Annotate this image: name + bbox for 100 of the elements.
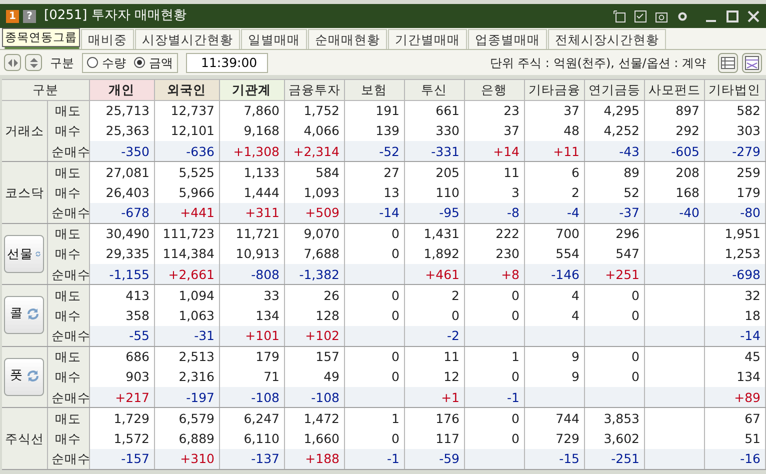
row-label: 매수 xyxy=(47,428,89,448)
table-cell: +89 xyxy=(704,387,765,408)
row-label: 매도 xyxy=(47,408,89,428)
row-label: 매수 xyxy=(47,305,89,326)
table-cell: 0 xyxy=(344,223,404,244)
column-header: 연기금등 xyxy=(584,80,644,100)
row-label: 매수 xyxy=(47,366,89,387)
table-cell: -14 xyxy=(344,202,404,223)
table-cell: 6,579 xyxy=(154,408,219,428)
table-cell: 11 xyxy=(464,162,524,182)
table-cell: 1 xyxy=(344,408,404,428)
table-cell: -197 xyxy=(154,387,219,408)
tab[interactable]: 시장별시간현황 xyxy=(135,29,240,49)
market-button[interactable]: 풋 xyxy=(4,358,44,396)
table-cell: 296 xyxy=(584,223,644,244)
column-header: 은행 xyxy=(464,80,524,100)
table-cell: 1,729 xyxy=(89,408,154,428)
column-header: 구분 xyxy=(2,80,89,100)
tab[interactable]: 매비중 xyxy=(81,29,134,49)
table-cell: 413 xyxy=(89,284,154,305)
column-header: 기관계 xyxy=(219,80,284,100)
radio-option[interactable]: 금액 xyxy=(134,54,173,72)
row-label: 순매수 xyxy=(47,387,89,408)
tab[interactable]: 기간별매매 xyxy=(388,29,467,49)
window-link-icon[interactable] xyxy=(613,10,626,22)
table-cell: -1,155 xyxy=(89,264,154,284)
table-cell: 1,472 xyxy=(284,408,344,428)
camera-icon[interactable] xyxy=(655,10,668,22)
table-cell: +11 xyxy=(524,141,584,162)
table-cell: 4,295 xyxy=(584,100,644,120)
table-cell: +509 xyxy=(284,202,344,223)
table-cell: 12,737 xyxy=(154,100,219,120)
tab[interactable]: 일별매매 xyxy=(241,29,307,49)
table-cell: 2,513 xyxy=(154,346,219,366)
table-cell: -55 xyxy=(89,326,154,346)
table-cell: -350 xyxy=(89,141,154,162)
row-label: 매수 xyxy=(47,120,89,141)
row-label: 순매수 xyxy=(47,264,89,284)
table-cell: -636 xyxy=(154,141,219,162)
checklist-icon[interactable] xyxy=(634,10,647,22)
tab[interactable]: 순매매현황 xyxy=(308,29,387,49)
tab[interactable]: 업종별매매 xyxy=(468,29,547,49)
vertical-scroll-button[interactable] xyxy=(25,54,42,71)
table-cell: -808 xyxy=(219,264,284,284)
market-button[interactable]: 콜 xyxy=(4,296,44,334)
row-label: 순매수 xyxy=(47,326,89,346)
settings-icon[interactable] xyxy=(676,10,689,22)
table-cell: 686 xyxy=(89,346,154,366)
table-cell: 0 xyxy=(464,284,524,305)
table-cell: +102 xyxy=(284,326,344,346)
table-cell: 25,713 xyxy=(89,100,154,120)
table-cell: -1 xyxy=(344,448,404,469)
table-cell: 1,431 xyxy=(404,223,464,244)
table-cell: -15 xyxy=(524,448,584,469)
close-icon[interactable] xyxy=(747,10,760,22)
maximize-icon[interactable] xyxy=(726,10,739,22)
table-cell: -108 xyxy=(284,387,344,408)
table-icon xyxy=(721,56,735,68)
table-cell: 744 xyxy=(524,408,584,428)
table-cell: -1 xyxy=(464,387,524,408)
table-view-button[interactable] xyxy=(718,52,738,72)
table-cell: +310 xyxy=(154,448,219,469)
table-cell: +1,308 xyxy=(219,141,284,162)
table-cell: +8 xyxy=(464,264,524,284)
table-cell: 661 xyxy=(404,100,464,120)
market-button[interactable]: 선물 xyxy=(4,234,44,273)
table-cell: +311 xyxy=(219,202,284,223)
table-cell: 176 xyxy=(404,408,464,428)
table-cell: 89 xyxy=(584,162,644,182)
window-badge: 1 xyxy=(6,10,19,22)
time-field[interactable]: 11:39:00 xyxy=(186,52,268,72)
grid-settings-button[interactable] xyxy=(742,52,762,72)
tab[interactable]: 전체시장시간현황 xyxy=(548,29,666,49)
table-cell: -157 xyxy=(89,448,154,469)
table-cell: -146 xyxy=(524,264,584,284)
horizontal-scroll-button[interactable] xyxy=(4,54,21,71)
table-cell: 6 xyxy=(524,162,584,182)
table-cell: +1 xyxy=(404,387,464,408)
up-down-arrows-icon xyxy=(28,56,38,68)
table-cell: -31 xyxy=(154,326,219,346)
row-group-label: 거래소 xyxy=(4,123,44,138)
radio-option[interactable]: 수량 xyxy=(87,54,126,72)
table-cell: 584 xyxy=(284,162,344,182)
table-cell: 11,721 xyxy=(219,223,284,244)
table-cell: -1,382 xyxy=(284,264,344,284)
table-cell: -2 xyxy=(404,326,464,346)
table-cell: 27,081 xyxy=(89,162,154,182)
table-cell: -331 xyxy=(404,141,464,162)
table-cell: +251 xyxy=(584,264,644,284)
table-cell: 1,752 xyxy=(284,100,344,120)
table-cell: +2,661 xyxy=(154,264,219,284)
table-cell: 37 xyxy=(524,100,584,120)
column-header: 사모펀드 xyxy=(644,80,704,100)
row-label: 매수 xyxy=(47,244,89,264)
table-cell: 11 xyxy=(404,346,464,366)
table-cell: 45 xyxy=(704,346,765,366)
table-cell: -80 xyxy=(704,202,765,223)
refresh-icon xyxy=(26,368,40,383)
table-cell: +101 xyxy=(219,326,284,346)
table-cell: 0 xyxy=(464,408,524,428)
